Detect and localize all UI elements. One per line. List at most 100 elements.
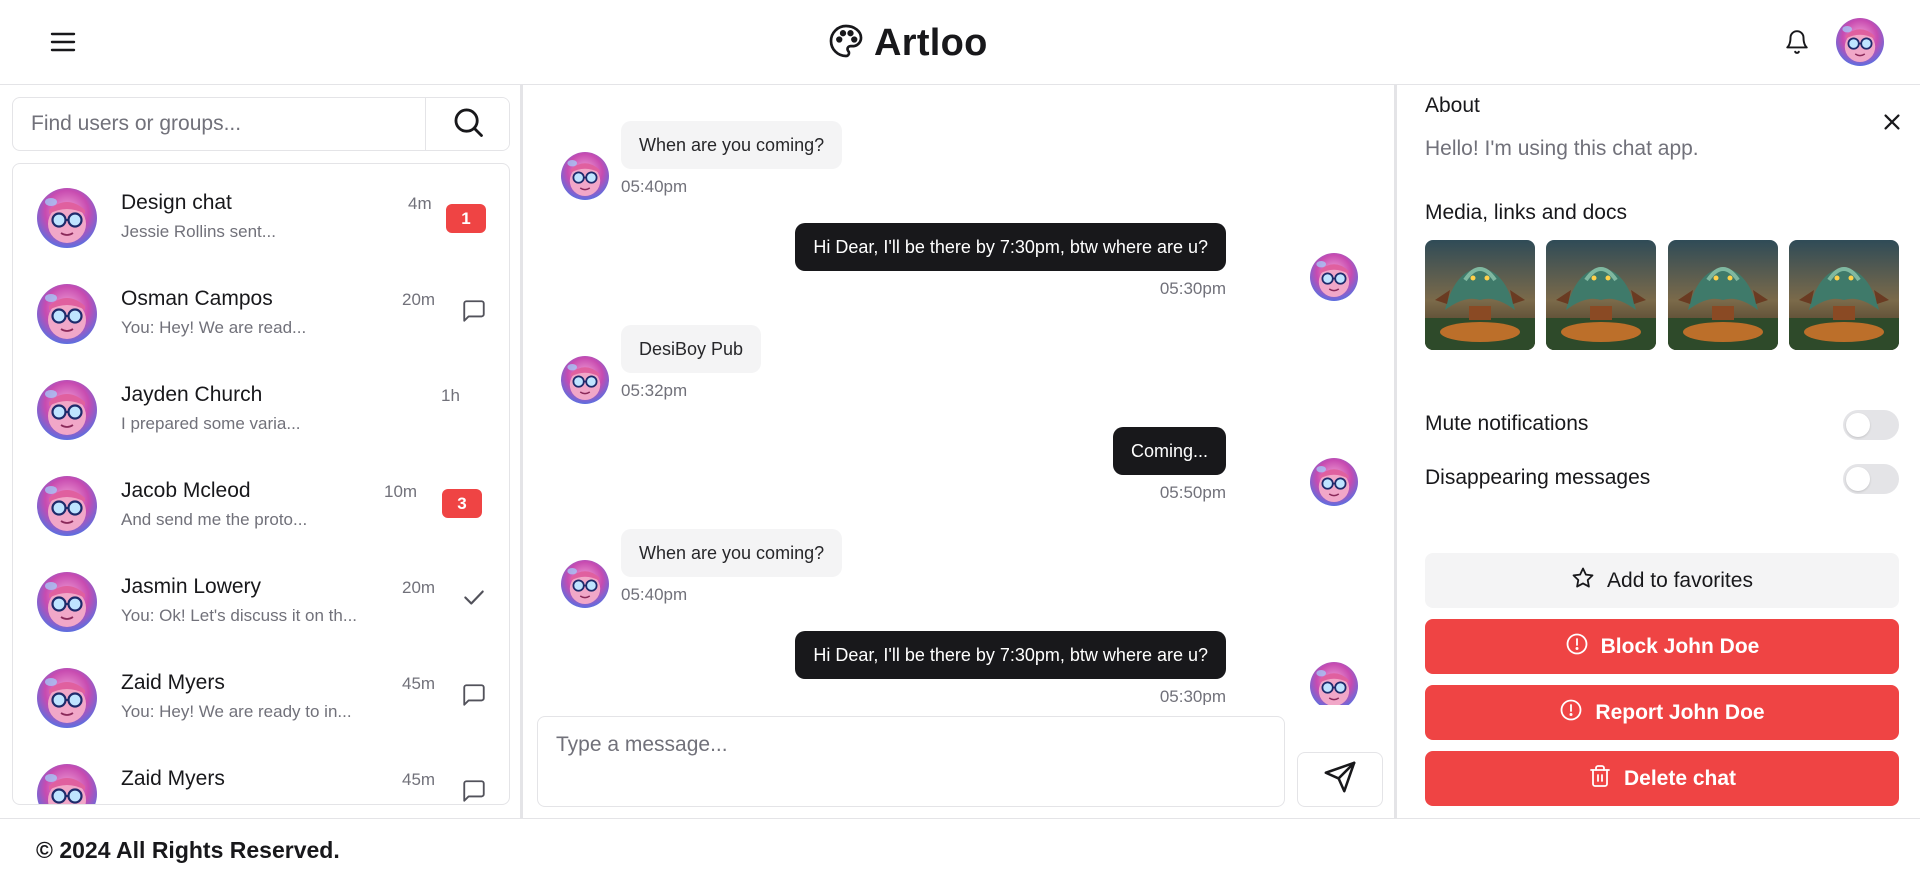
conversation-sidebar: Design chat Jessie Rollins sent... 4m 1 … xyxy=(0,85,523,818)
mute-notifications-label: Mute notifications xyxy=(1425,412,1589,435)
footer: © 2024 All Rights Reserved. xyxy=(0,818,1920,878)
delete-chat-label: Delete chat xyxy=(1623,766,1737,790)
avatar xyxy=(561,356,609,404)
avatar xyxy=(37,764,97,805)
message-bubble: Coming... xyxy=(1112,427,1226,475)
check-icon xyxy=(461,584,487,610)
media-title: Media, links and docs xyxy=(1425,201,1627,224)
bell-icon[interactable] xyxy=(1784,28,1810,56)
delete-chat-button[interactable]: Delete chat xyxy=(1425,751,1899,806)
contact-details-panel: About Hello! I'm using this chat app. Me… xyxy=(1394,85,1920,818)
conversation-name: Zaid Myers xyxy=(121,671,225,694)
alert-circle-icon xyxy=(1559,698,1583,728)
user-avatar[interactable] xyxy=(1836,18,1884,66)
search-icon xyxy=(451,105,485,144)
send-button[interactable] xyxy=(1297,752,1383,807)
block-user-label: Block John Doe xyxy=(1600,634,1760,658)
disappearing-messages-label: Disappearing messages xyxy=(1425,466,1651,489)
message-time: 05:32pm xyxy=(621,381,688,400)
conversation-item[interactable]: Jayden Church I prepared some varia... 1… xyxy=(13,356,509,452)
conversation-time: 20m xyxy=(402,290,436,309)
conversation-name: Design chat xyxy=(121,191,232,214)
search-bar xyxy=(12,97,510,151)
media-thumbnail[interactable] xyxy=(1425,240,1535,350)
disappearing-messages-toggle[interactable] xyxy=(1843,464,1899,494)
add-to-favorites-button[interactable]: Add to favorites xyxy=(1425,553,1899,608)
conversation-item[interactable]: Jacob Mcleod And send me the proto... 10… xyxy=(13,452,509,548)
conversation-item[interactable]: Jasmin Lowery You: Ok! Let's discuss it … xyxy=(13,548,509,644)
app-header: Artloo xyxy=(0,0,1920,85)
conversation-time: 4m xyxy=(408,194,432,213)
block-user-button[interactable]: Block John Doe xyxy=(1425,619,1899,674)
message-time: 05:50pm xyxy=(1159,483,1226,502)
mute-notifications-toggle[interactable] xyxy=(1843,410,1899,440)
avatar xyxy=(37,284,97,344)
message-bubble: When are you coming? xyxy=(621,121,843,169)
avatar xyxy=(561,152,609,200)
message-time: 05:30pm xyxy=(1159,279,1226,298)
message-square-icon xyxy=(461,682,487,708)
conversation-name: Zaid Myers xyxy=(121,767,225,790)
conversation-list: Design chat Jessie Rollins sent... 4m 1 … xyxy=(12,163,510,805)
report-user-button[interactable]: Report John Doe xyxy=(1425,685,1899,740)
avatar xyxy=(1310,458,1358,506)
avatar xyxy=(1310,662,1358,705)
about-text: Hello! I'm using this chat app. xyxy=(1425,137,1699,160)
avatar xyxy=(561,560,609,608)
about-title: About xyxy=(1425,94,1480,117)
avatar xyxy=(37,380,97,440)
report-user-label: Report John Doe xyxy=(1595,700,1765,724)
message-time: 05:40pm xyxy=(621,177,688,196)
add-to-favorites-label: Add to favorites xyxy=(1607,568,1753,592)
media-thumbnail[interactable] xyxy=(1546,240,1656,350)
search-input[interactable] xyxy=(13,98,425,150)
search-button[interactable] xyxy=(425,98,509,150)
message-composer xyxy=(537,716,1285,807)
app-name: Artloo xyxy=(874,21,988,64)
avatar xyxy=(37,476,97,536)
conversation-name: Jacob Mcleod xyxy=(121,479,251,502)
conversation-item[interactable]: Design chat Jessie Rollins sent... 4m 1 xyxy=(13,164,509,260)
conversation-preview: I prepared some varia... xyxy=(121,414,301,433)
message-input[interactable] xyxy=(538,717,1284,806)
avatar xyxy=(37,188,97,248)
conversation-name: Osman Campos xyxy=(121,287,273,310)
avatar xyxy=(1310,253,1358,301)
message-square-icon xyxy=(461,298,487,324)
conversation-preview: You: Hey! We are read... xyxy=(121,318,307,337)
brand[interactable]: Artloo xyxy=(828,20,988,66)
conversation-time: 20m xyxy=(402,578,436,597)
trash-icon xyxy=(1588,764,1612,794)
message-bubble: DesiBoy Pub xyxy=(621,325,762,373)
message-bubble: Hi Dear, I'll be there by 7:30pm, btw wh… xyxy=(795,631,1226,679)
star-icon xyxy=(1571,566,1595,596)
message-time: 05:30pm xyxy=(1159,687,1226,705)
conversation-time: 45m xyxy=(402,770,436,789)
media-thumbnail[interactable] xyxy=(1668,240,1778,350)
conversation-item[interactable]: Zaid Myers 45m xyxy=(13,740,509,805)
copyright-text: © 2024 All Rights Reserved. xyxy=(36,837,340,863)
conversation-preview: You: Ok! Let's discuss it on th... xyxy=(121,606,358,625)
message-list: When are you coming? 05:40pm Hi Dear, I'… xyxy=(526,85,1394,705)
unread-badge: 3 xyxy=(442,489,482,518)
conversation-time: 45m xyxy=(402,674,436,693)
close-icon[interactable] xyxy=(1881,111,1903,133)
hamburger-menu-icon[interactable] xyxy=(48,28,78,56)
message-bubble: Hi Dear, I'll be there by 7:30pm, btw wh… xyxy=(795,223,1226,271)
media-thumbnail[interactable] xyxy=(1789,240,1899,350)
send-icon xyxy=(1323,760,1357,799)
conversation-preview: And send me the proto... xyxy=(121,510,308,529)
avatar xyxy=(37,668,97,728)
conversation-item[interactable]: Osman Campos You: Hey! We are read... 20… xyxy=(13,260,509,356)
message-time: 05:40pm xyxy=(621,585,688,604)
palette-icon xyxy=(828,23,864,64)
conversation-time: 1h xyxy=(441,386,460,405)
message-bubble: When are you coming? xyxy=(621,529,843,577)
conversation-name: Jayden Church xyxy=(121,383,263,406)
conversation-name: Jasmin Lowery xyxy=(121,575,262,598)
unread-badge: 1 xyxy=(446,204,486,233)
toggle-knob xyxy=(1846,467,1870,491)
conversation-preview: Jessie Rollins sent... xyxy=(121,222,276,241)
alert-circle-icon xyxy=(1565,632,1589,662)
conversation-item[interactable]: Zaid Myers You: Hey! We are ready to in.… xyxy=(13,644,509,740)
